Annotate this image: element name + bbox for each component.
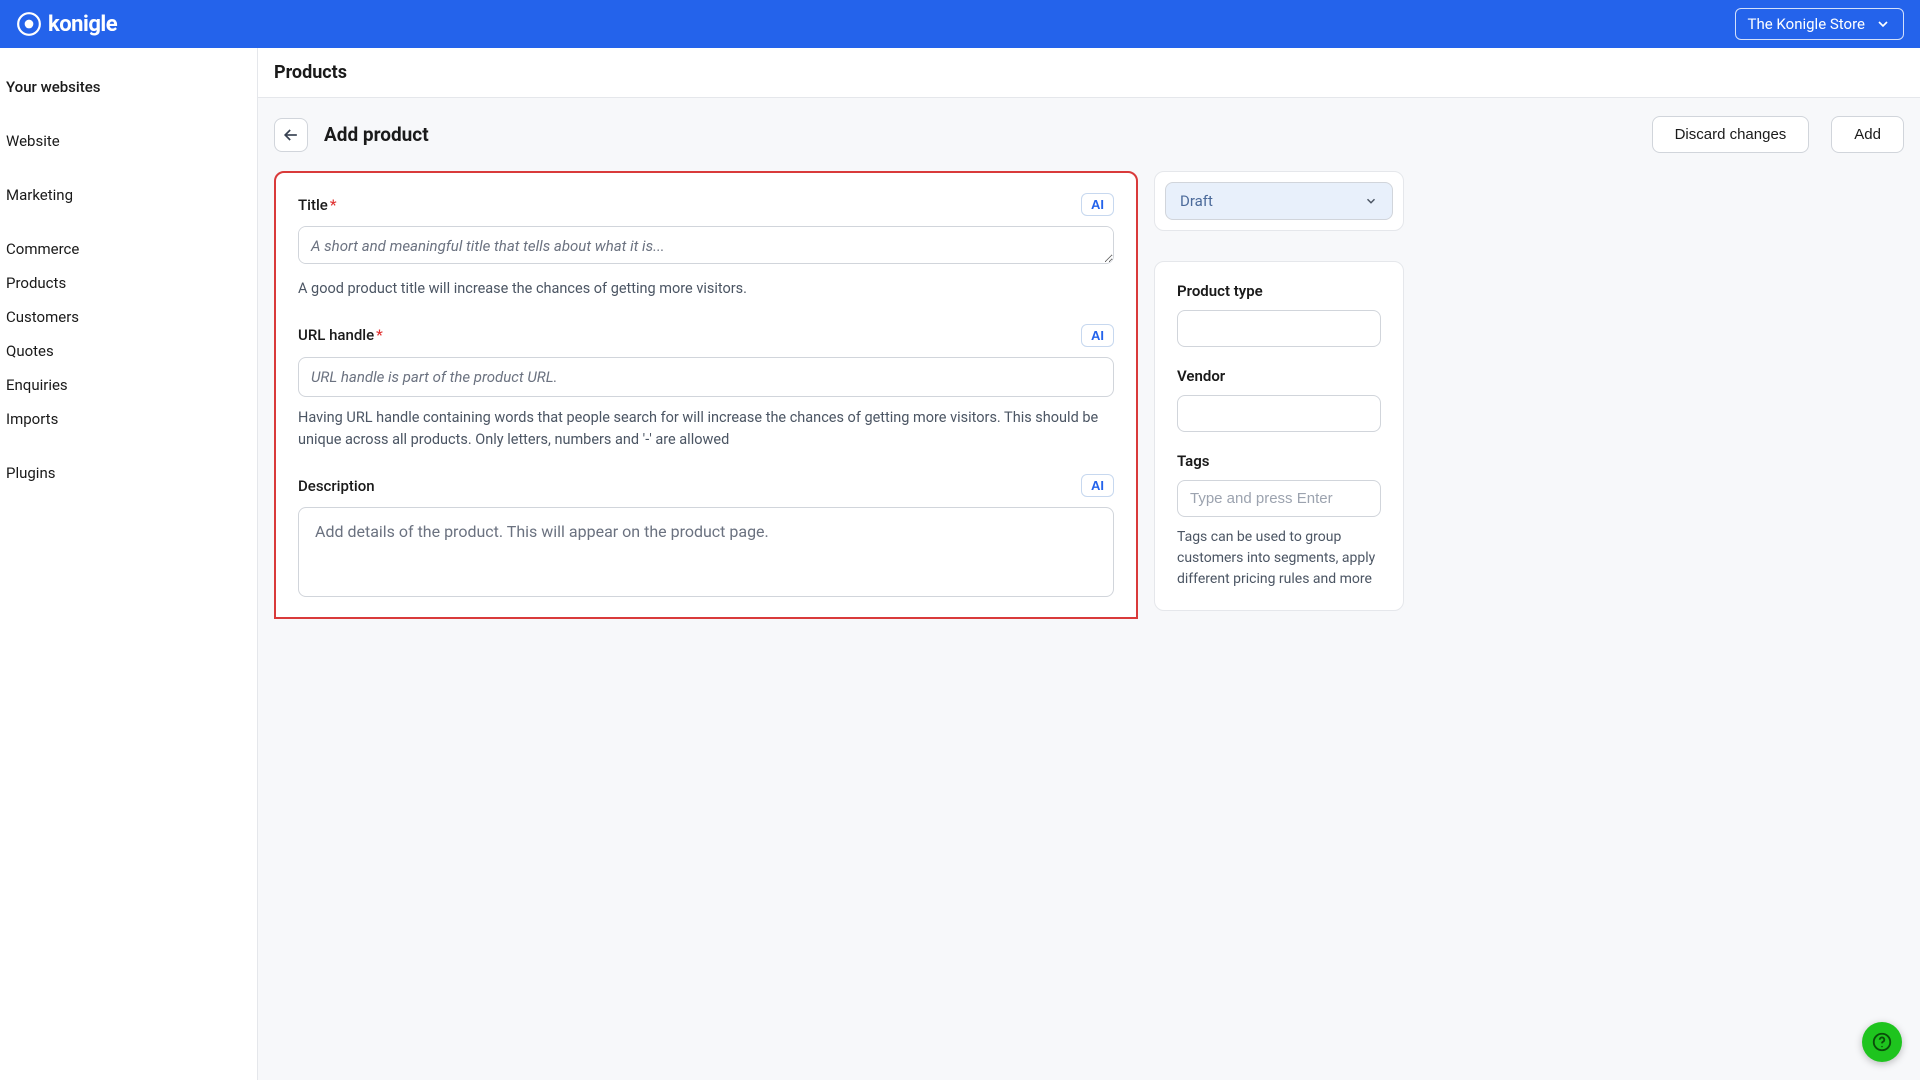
sidebar-item-imports[interactable]: Imports (6, 404, 251, 434)
url-input[interactable] (298, 357, 1114, 397)
tags-hint: Tags can be used to group customers into… (1177, 527, 1381, 590)
product-details-card: Title* AI A good product title will incr… (274, 171, 1138, 619)
title-field: Title* AI A good product title will incr… (298, 193, 1114, 300)
main-content: Products Add product Discard changes Add (258, 48, 1920, 1080)
page-title-bar: Products (258, 48, 1920, 98)
url-label: URL handle* (298, 326, 383, 344)
discard-button[interactable]: Discard changes (1652, 116, 1810, 153)
add-button[interactable]: Add (1831, 116, 1904, 153)
tags-field: Tags Tags can be used to group customers… (1177, 452, 1381, 590)
status-card: Draft (1154, 171, 1404, 231)
vendor-input[interactable] (1177, 395, 1381, 432)
title-label: Title* (298, 196, 336, 214)
store-switcher[interactable]: The Konigle Store (1735, 8, 1904, 40)
sidebar-item-marketing[interactable]: Marketing (6, 180, 251, 210)
url-hint: Having URL handle containing words that … (298, 407, 1114, 451)
sidebar-item-quotes[interactable]: Quotes (6, 336, 251, 366)
status-select[interactable]: Draft (1165, 182, 1393, 220)
status-value: Draft (1180, 192, 1213, 210)
title-hint: A good product title will increase the c… (298, 278, 1114, 300)
store-name: The Konigle Store (1748, 15, 1865, 33)
help-icon (1871, 1031, 1893, 1053)
page-title: Products (274, 62, 347, 83)
logo-icon (16, 11, 42, 37)
description-ai-button[interactable]: AI (1081, 474, 1114, 497)
description-editor[interactable]: Add details of the product. This will ap… (298, 507, 1114, 597)
tags-input[interactable] (1177, 480, 1381, 517)
sidebar-item-plugins[interactable]: Plugins (6, 458, 251, 488)
top-bar: konigle The Konigle Store (0, 0, 1920, 48)
back-button[interactable] (274, 118, 308, 152)
title-ai-button[interactable]: AI (1081, 193, 1114, 216)
sidebar-item-customers[interactable]: Customers (6, 302, 251, 332)
product-type-input[interactable] (1177, 310, 1381, 347)
product-type-label: Product type (1177, 282, 1381, 300)
url-field: URL handle* AI Having URL handle contain… (298, 324, 1114, 451)
meta-card: Product type Vendor Tags Tags can be use… (1154, 261, 1404, 611)
page-subtitle: Add product (324, 123, 429, 146)
chevron-down-icon (1875, 16, 1891, 32)
url-ai-button[interactable]: AI (1081, 324, 1114, 347)
title-input[interactable] (298, 226, 1114, 264)
brand-name: konigle (48, 12, 117, 37)
sidebar-item-commerce[interactable]: Commerce (6, 234, 251, 264)
tags-label: Tags (1177, 452, 1381, 470)
product-type-field: Product type (1177, 282, 1381, 347)
sidebar-item-enquiries[interactable]: Enquiries (6, 370, 251, 400)
sidebar: Your websites Website Marketing Commerce… (0, 48, 258, 1080)
sidebar-item-products[interactable]: Products (6, 268, 251, 298)
chevron-down-icon (1364, 194, 1378, 208)
description-label: Description (298, 477, 375, 495)
vendor-label: Vendor (1177, 367, 1381, 385)
help-fab[interactable] (1862, 1022, 1902, 1062)
sidebar-heading-websites: Your websites (6, 72, 251, 102)
vendor-field: Vendor (1177, 367, 1381, 432)
brand-logo[interactable]: konigle (16, 11, 117, 37)
sidebar-item-website[interactable]: Website (6, 126, 251, 156)
page-action-bar: Add product Discard changes Add (258, 98, 1920, 159)
description-field: Description AI Add details of the produc… (298, 474, 1114, 597)
arrow-left-icon (281, 125, 301, 145)
